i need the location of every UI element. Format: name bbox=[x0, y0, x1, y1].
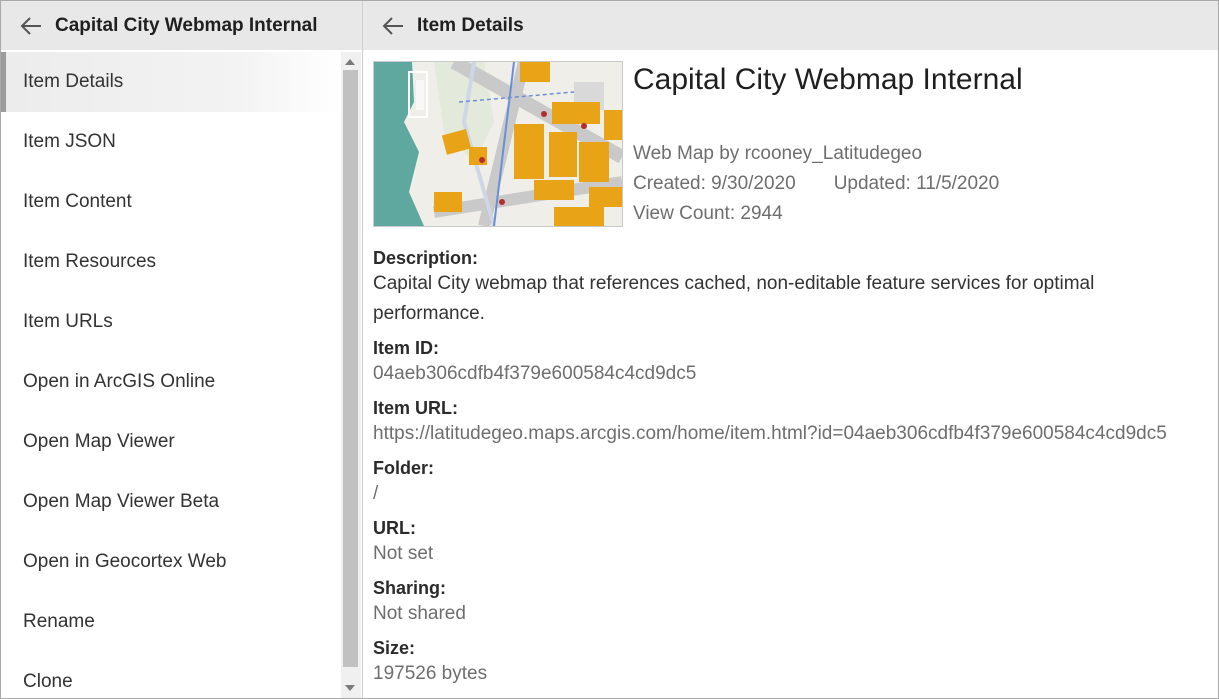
sharing-label: Sharing: bbox=[373, 578, 447, 598]
map-thumbnail-image bbox=[374, 62, 622, 226]
menu-item-label: Clone bbox=[23, 671, 73, 692]
arrow-left-icon bbox=[20, 16, 41, 35]
item-id-label: Item ID: bbox=[373, 338, 440, 358]
field-folder: Folder: / bbox=[373, 457, 1213, 509]
updated-date: Updated: 11/5/2020 bbox=[833, 173, 1000, 194]
app-window: Capital City Webmap Internal Item Detail… bbox=[0, 0, 1219, 699]
details-back-button[interactable] bbox=[379, 12, 407, 40]
field-sharing: Sharing: Not shared bbox=[373, 577, 1213, 629]
menu-item-label: Item Details bbox=[23, 71, 124, 92]
item-id-value[interactable]: 04aeb306cdfb4f379e600584c4cd9dc5 bbox=[373, 359, 1213, 389]
menu-item-label: Item JSON bbox=[23, 131, 116, 152]
item-title: Capital City Webmap Internal bbox=[633, 63, 1023, 96]
menu-item-open-map-viewer[interactable]: Open Map Viewer bbox=[1, 412, 341, 472]
arrow-left-icon bbox=[382, 16, 403, 35]
field-item-id: Item ID: 04aeb306cdfb4f379e600584c4cd9dc… bbox=[373, 337, 1213, 389]
field-description: Description: Capital City webmap that re… bbox=[373, 247, 1213, 329]
item-url-value[interactable]: https://latitudegeo.maps.arcgis.com/home… bbox=[373, 419, 1213, 449]
menu-item-open-map-viewer-beta[interactable]: Open Map Viewer Beta bbox=[1, 472, 341, 532]
menu-item-item-resources[interactable]: Item Resources bbox=[1, 232, 341, 292]
item-fields: Description: Capital City webmap that re… bbox=[373, 247, 1213, 697]
folder-label: Folder: bbox=[373, 458, 434, 478]
menu-item-label: Open Map Viewer bbox=[23, 431, 175, 452]
menu-item-label: Item Content bbox=[23, 191, 132, 212]
url-label: URL: bbox=[373, 518, 416, 538]
menu-item-label: Item URLs bbox=[23, 311, 113, 332]
details-panel: Item Details Capital City Webmap Interna… bbox=[363, 1, 1218, 698]
details-title: Item Details bbox=[417, 14, 524, 36]
actions-menu: Item Details Item JSON Item Content Item… bbox=[1, 52, 341, 698]
menu-item-rename[interactable]: Rename bbox=[1, 592, 341, 652]
menu-item-clone[interactable]: Clone bbox=[1, 652, 341, 698]
folder-value: / bbox=[373, 483, 379, 504]
menu-item-open-geocortex-web[interactable]: Open in Geocortex Web bbox=[1, 532, 341, 592]
created-date: Created: 9/30/2020 bbox=[633, 173, 796, 194]
menu-item-label: Open in Geocortex Web bbox=[23, 551, 227, 572]
menu-item-item-urls[interactable]: Item URLs bbox=[1, 292, 341, 352]
scrollbar-thumb[interactable] bbox=[343, 70, 358, 667]
menu-scrollbar[interactable] bbox=[341, 52, 361, 698]
description-value: Capital City webmap that references cach… bbox=[373, 273, 1095, 324]
left-header: Capital City Webmap Internal bbox=[1, 1, 362, 50]
item-dates: Created: 9/30/2020 Updated: 11/5/2020 bbox=[633, 173, 999, 195]
item-url-label: Item URL: bbox=[373, 398, 458, 418]
map-thumbnail bbox=[373, 61, 623, 227]
description-label: Description: bbox=[373, 248, 479, 268]
field-item-url: Item URL: https://latitudegeo.maps.arcgi… bbox=[373, 397, 1213, 449]
menu-item-open-arcgis-online[interactable]: Open in ArcGIS Online bbox=[1, 352, 341, 412]
menu-item-item-details[interactable]: Item Details bbox=[1, 52, 341, 112]
item-type-owner: Web Map by rcooney_Latitudegeo bbox=[633, 143, 923, 164]
menu-item-label: Open Map Viewer Beta bbox=[23, 491, 220, 512]
size-label: Size: bbox=[373, 638, 416, 658]
menu-item-label: Open in ArcGIS Online bbox=[23, 371, 216, 392]
menu-item-label: Item Resources bbox=[23, 251, 157, 272]
menu-item-item-json[interactable]: Item JSON bbox=[1, 112, 341, 172]
scroll-up-arrow-icon[interactable] bbox=[345, 59, 355, 65]
url-value: Not set bbox=[373, 543, 434, 564]
menu-item-label: Rename bbox=[23, 611, 95, 632]
left-panel-title: Capital City Webmap Internal bbox=[55, 14, 318, 36]
view-count: View Count: 2944 bbox=[633, 203, 783, 224]
details-header: Item Details bbox=[363, 1, 1218, 50]
field-size: Size: 197526 bytes bbox=[373, 637, 1213, 689]
field-url: URL: Not set bbox=[373, 517, 1213, 569]
sharing-value: Not shared bbox=[373, 603, 466, 624]
back-button[interactable] bbox=[17, 12, 45, 40]
menu-item-item-content[interactable]: Item Content bbox=[1, 172, 341, 232]
size-value: 197526 bytes bbox=[373, 663, 488, 684]
scroll-down-arrow-icon[interactable] bbox=[345, 685, 355, 691]
left-panel: Capital City Webmap Internal Item Detail… bbox=[1, 1, 363, 698]
